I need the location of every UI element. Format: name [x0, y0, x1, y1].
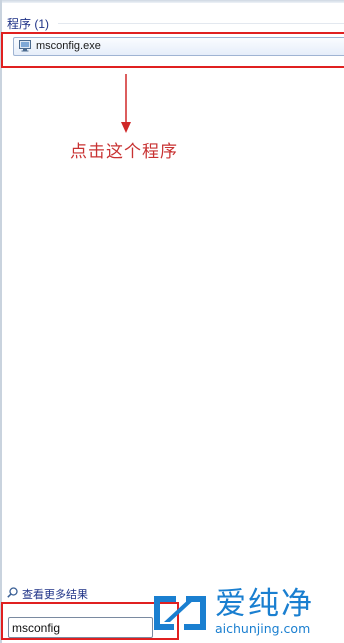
window-top-edge: [0, 0, 344, 3]
result-highlight-box: [1, 32, 344, 68]
watermark-logo-icon: [154, 596, 206, 630]
search-icon: [7, 587, 18, 598]
window-left-edge: [0, 0, 2, 643]
instruction-annotation: 点击这个程序: [70, 142, 178, 162]
watermark-url: aichunjing.com: [215, 621, 311, 636]
watermark-brand: 爱纯净: [215, 586, 314, 622]
programs-section-header: 程序 (1): [7, 17, 50, 31]
down-arrow-icon: [121, 74, 131, 133]
see-more-label: 查看更多结果: [22, 589, 88, 601]
section-divider: [58, 23, 344, 24]
